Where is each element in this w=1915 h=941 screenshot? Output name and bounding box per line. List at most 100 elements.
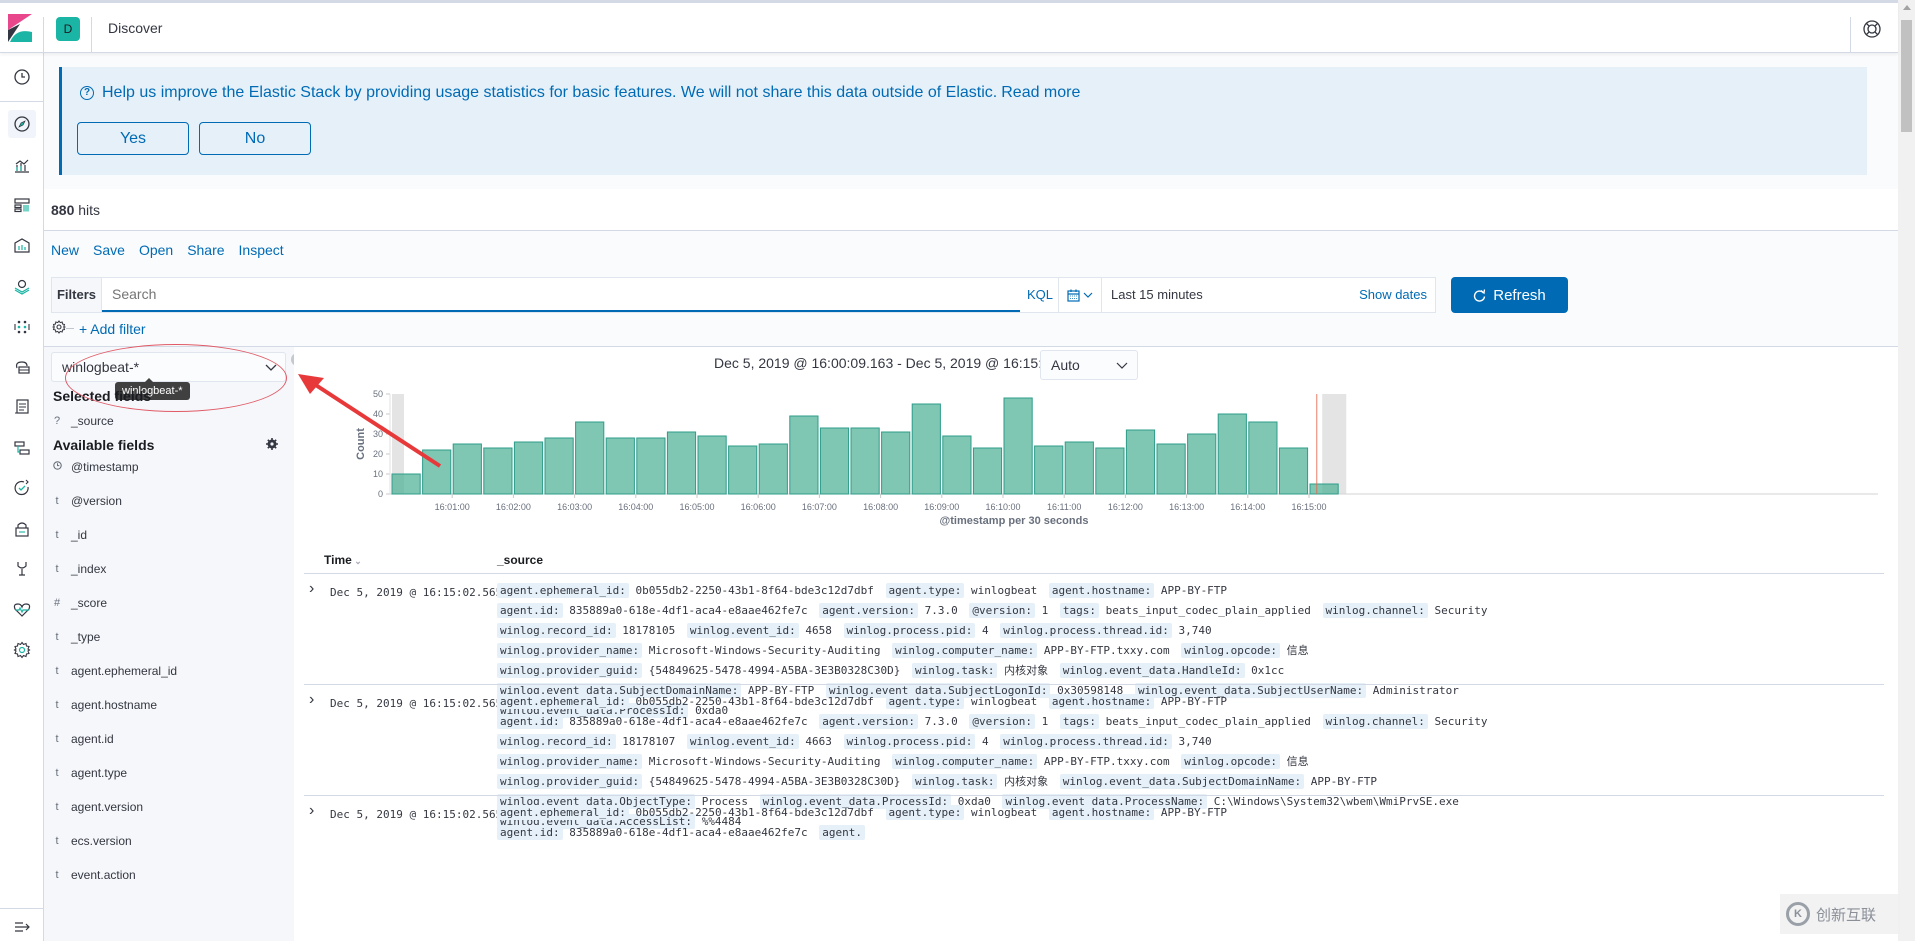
add-filter-button[interactable]: + Add filter (79, 321, 146, 337)
field-item[interactable]: t _type (53, 630, 100, 644)
histogram-bar[interactable] (850, 427, 880, 495)
interval-select[interactable]: Auto (1040, 350, 1138, 380)
top-nav-menu: New Save Open Share Inspect (51, 242, 284, 258)
histogram-bar[interactable] (666, 431, 697, 495)
histogram-bar[interactable] (452, 443, 482, 495)
logs-icon[interactable] (8, 393, 36, 421)
histogram-bar[interactable] (513, 441, 544, 495)
histogram-bar[interactable] (1217, 413, 1247, 495)
histogram-bar[interactable] (911, 403, 941, 495)
field-item[interactable]: # _score (53, 596, 107, 610)
stack-monitoring-heart-icon[interactable] (8, 596, 36, 624)
histogram-bar[interactable] (819, 427, 850, 495)
dock-navigation-icon[interactable] (8, 913, 36, 941)
field-item[interactable]: t agent.version (53, 800, 143, 814)
histogram-bar[interactable] (881, 431, 911, 495)
help-question-icon: ? (80, 86, 94, 100)
field-item[interactable]: t agent.hostname (53, 698, 157, 712)
histogram-bar[interactable] (942, 435, 972, 495)
histogram-chart[interactable]: 0 10 20 30 40 50 Count 16:01:00 16:02:00 16:03:00… (294, 377, 1898, 537)
filter-settings-gear-icon[interactable] (52, 320, 66, 334)
scrollbar-thumb[interactable] (1901, 20, 1912, 132)
field-item[interactable]: t agent.id (53, 732, 113, 746)
field-item[interactable]: t _index (53, 562, 106, 576)
source-field-key: agent.version: (819, 603, 918, 618)
histogram-bar[interactable] (1003, 397, 1033, 495)
discover-compass-icon[interactable] (8, 110, 36, 138)
scroll-up-arrow-icon[interactable] (1903, 5, 1911, 10)
page-scrollbar[interactable] (1898, 0, 1915, 941)
show-dates-button[interactable]: Show dates (1359, 287, 1427, 302)
uptime-icon[interactable] (8, 474, 36, 502)
histogram-bar[interactable] (1187, 433, 1217, 495)
new-button[interactable]: New (51, 242, 79, 258)
visualize-chart-icon[interactable] (8, 151, 36, 179)
chevron-down-icon (1083, 292, 1093, 298)
field-item[interactable]: t agent.ephemeral_id (53, 664, 177, 678)
field-settings-gear-icon[interactable] (266, 438, 278, 450)
field-item[interactable]: t @version (53, 494, 121, 508)
histogram-bar[interactable] (728, 445, 758, 495)
index-pattern-select[interactable]: winlogbeat-* (51, 352, 286, 382)
histogram-bar[interactable] (1309, 483, 1339, 495)
no-button[interactable]: No (199, 122, 311, 155)
share-button[interactable]: Share (187, 242, 224, 258)
space-avatar[interactable]: D (56, 17, 80, 41)
inspect-button[interactable]: Inspect (239, 242, 284, 258)
refresh-button[interactable]: Refresh (1451, 277, 1568, 313)
yes-button[interactable]: Yes (77, 122, 189, 155)
histogram-bar[interactable] (789, 415, 819, 495)
field-item[interactable]: t _id (53, 528, 87, 542)
search-input[interactable] (102, 278, 1020, 312)
histogram-bar[interactable] (1248, 421, 1278, 495)
date-range-value[interactable]: Last 15 minutes (1111, 287, 1203, 302)
histogram-bar[interactable] (544, 437, 574, 495)
histogram-bar[interactable] (636, 437, 666, 495)
string-type-icon: t (55, 495, 59, 507)
histogram-bar[interactable] (972, 447, 1003, 495)
histogram-bar[interactable] (422, 449, 452, 495)
histogram-bar[interactable] (1278, 447, 1309, 495)
histogram-bar[interactable] (758, 443, 788, 495)
histogram-bar[interactable] (575, 421, 605, 495)
maps-icon[interactable] (8, 273, 36, 301)
field-item[interactable]: @timestamp (53, 460, 139, 474)
x-tick-label: 16:01:00 (435, 502, 470, 512)
histogram-bar[interactable] (1064, 441, 1094, 495)
quick-select-button[interactable] (1059, 278, 1102, 312)
machine-learning-icon[interactable] (8, 313, 36, 341)
column-header-time[interactable]: Time ⌄ (324, 553, 362, 567)
source-field-value: beats_input_codec_plain_applied (1105, 715, 1311, 728)
kql-toggle[interactable]: KQL (1027, 287, 1053, 302)
help-lifebuoy-icon[interactable] (1862, 19, 1882, 39)
expand-row-chevron-icon[interactable]: › (309, 691, 314, 709)
histogram-bar[interactable] (1034, 445, 1064, 495)
infrastructure-icon[interactable] (8, 353, 36, 381)
kibana-logo[interactable] (8, 14, 32, 42)
y-tick-label: 0 (378, 489, 383, 499)
histogram-bar[interactable] (1095, 447, 1125, 495)
canvas-icon[interactable] (8, 232, 36, 260)
sort-icon[interactable]: ⌄ (352, 556, 362, 566)
siem-lock-icon[interactable] (8, 515, 36, 543)
expand-row-chevron-icon[interactable]: › (309, 802, 314, 820)
dashboard-icon[interactable] (8, 191, 36, 219)
histogram-bar[interactable] (391, 473, 421, 495)
save-button[interactable]: Save (93, 242, 125, 258)
histogram-bar[interactable] (1156, 443, 1186, 495)
management-gear-icon[interactable] (8, 636, 36, 664)
open-button[interactable]: Open (139, 242, 173, 258)
histogram-bar[interactable] (605, 437, 635, 495)
histogram-bar[interactable] (1125, 429, 1156, 495)
field-item[interactable]: ? _source (53, 414, 114, 428)
histogram-bar[interactable] (697, 435, 727, 495)
field-item[interactable]: t event.action (53, 868, 135, 882)
read-more-link[interactable]: Read more (1001, 84, 1080, 102)
histogram-bar[interactable] (483, 447, 513, 495)
field-item[interactable]: t ecs.version (53, 834, 131, 848)
recently-viewed-clock-icon[interactable] (8, 63, 36, 91)
field-item[interactable]: t agent.type (53, 766, 127, 780)
dev-tools-wrench-icon[interactable] (8, 555, 36, 583)
apm-icon[interactable] (8, 434, 36, 462)
expand-row-chevron-icon[interactable]: › (309, 580, 314, 598)
